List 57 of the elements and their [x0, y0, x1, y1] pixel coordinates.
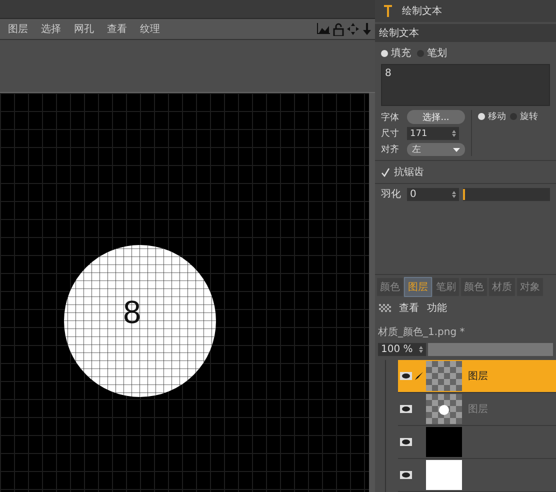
eye-icon[interactable] — [400, 438, 412, 446]
feather-field[interactable]: 0 — [407, 188, 459, 200]
menu-item[interactable]: 查看 — [102, 22, 132, 36]
histogram-icon[interactable] — [316, 23, 330, 35]
eye-icon[interactable] — [400, 471, 412, 479]
down-arrow-icon[interactable] — [362, 23, 372, 35]
section-header: 绘制文本 — [375, 24, 556, 42]
stepper-icon[interactable] — [419, 346, 423, 353]
layer-thumbnail — [426, 427, 462, 457]
layer-name: 图层 — [468, 370, 488, 383]
antialias-checkbox[interactable]: 抗锯齿 — [375, 161, 556, 184]
layer-thumbnail — [426, 460, 462, 490]
panel-tab[interactable]: 材质 — [489, 278, 515, 296]
radio-option[interactable]: 笔划 — [417, 46, 447, 60]
caret-icon — [453, 148, 460, 152]
radio-option[interactable]: 填充 — [381, 46, 411, 60]
lock-icon[interactable] — [333, 22, 344, 36]
pattern-icon — [379, 304, 391, 312]
size-field[interactable]: 171 — [407, 127, 459, 140]
layer-row[interactable] — [398, 459, 556, 492]
align-dropdown[interactable]: 左 — [407, 143, 465, 156]
text-tool-icon — [384, 5, 392, 17]
font-label: 字体 — [381, 112, 400, 124]
layer-row[interactable]: 图层 — [398, 393, 556, 426]
stepper-icon[interactable] — [452, 130, 456, 137]
eye-icon[interactable] — [400, 372, 412, 380]
radio-option[interactable]: 旋转 — [510, 110, 538, 123]
layer-thumbnail — [426, 361, 462, 391]
panel-tab[interactable]: 颜色 — [377, 278, 403, 296]
brush-icon — [415, 372, 423, 380]
menu-item[interactable]: 图层 — [0, 22, 33, 36]
radio-option[interactable]: 移动 — [478, 110, 506, 123]
menu-item[interactable]: 查看 — [399, 301, 419, 315]
layer-thumbnail — [426, 394, 462, 424]
file-name: 材质_颜色_1.png * — [377, 326, 466, 340]
panel-tab[interactable]: 颜色 — [461, 278, 487, 296]
choose-font-button[interactable]: 选择... — [407, 110, 465, 124]
layer-name: 图层 — [468, 403, 488, 416]
size-label: 尺寸 — [381, 128, 400, 140]
menu-item[interactable]: 纹理 — [135, 22, 165, 36]
panel-tab[interactable]: 图层 — [405, 278, 431, 296]
panel-tab[interactable]: 笔刷 — [433, 278, 459, 296]
checkbox[interactable] — [381, 168, 390, 176]
menu-item[interactable]: 功能 — [427, 301, 447, 315]
zoom-field[interactable]: 100 % — [378, 343, 426, 356]
feather-label: 羽化 — [381, 188, 402, 201]
layer-row[interactable]: 图层 — [398, 360, 556, 393]
text-input-field[interactable]: 8 — [381, 64, 550, 106]
slider-handle[interactable] — [463, 188, 465, 200]
align-label: 对齐 — [381, 144, 400, 156]
move-icon[interactable] — [347, 23, 359, 35]
panel-tab[interactable]: 对象 — [517, 278, 543, 296]
stepper-icon[interactable] — [452, 190, 456, 198]
panel-title: 绘制文本 — [402, 4, 442, 18]
menu-item[interactable]: 选择 — [36, 22, 66, 36]
menu-item[interactable]: 网孔 — [69, 22, 99, 36]
eye-icon[interactable] — [400, 405, 412, 413]
